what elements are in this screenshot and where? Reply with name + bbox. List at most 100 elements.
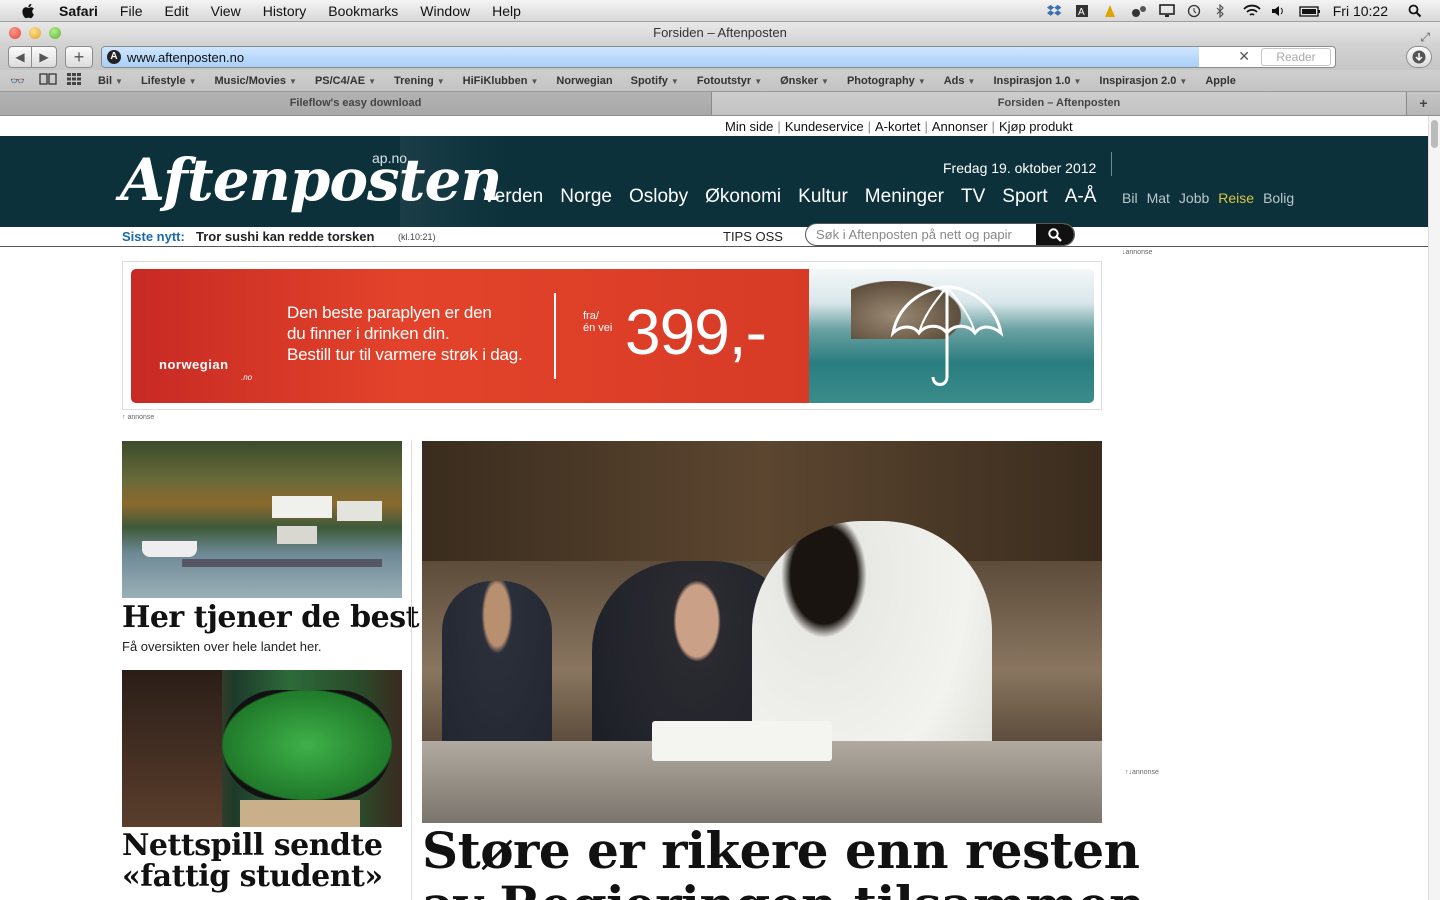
minimize-window-button[interactable] — [29, 27, 41, 39]
toplink-annonser[interactable]: Annonser — [932, 119, 988, 134]
latest-news-headline[interactable]: Tror sushi kan redde torsken — [196, 229, 374, 244]
bookmark-item[interactable]: Inspirasjon 1.0 ▼ — [984, 75, 1090, 87]
nav-item[interactable]: Meninger — [865, 186, 944, 208]
nav-item[interactable]: Osloby — [629, 186, 688, 208]
bookmarks-book-icon[interactable] — [39, 73, 57, 88]
nav-item[interactable]: Økonomi — [705, 186, 781, 208]
tab-fileflow[interactable]: Fileflow's easy download — [0, 92, 712, 115]
bookmark-list: Bil ▼ Lifestyle ▼ Music/Movies ▼ PS/C4/AE ▼ Tren… — [89, 75, 1245, 87]
bookmark-item[interactable]: Lifestyle ▼ — [132, 75, 206, 87]
menubar-clock[interactable]: Fri 10:22 — [1333, 3, 1388, 19]
magnifier-icon — [1048, 227, 1062, 242]
menu-safari[interactable]: Safari — [48, 3, 109, 19]
article-headline-main[interactable]: Støre er rikere enn resten av Regjeringe… — [422, 824, 1145, 900]
bookmark-item[interactable]: Inspirasjon 2.0 ▼ — [1090, 75, 1196, 87]
back-button[interactable]: ◀ — [8, 46, 32, 68]
toplink-a-kortet[interactable]: A-kortet — [875, 119, 921, 134]
tab-aftenposten[interactable]: Forsiden – Aftenposten — [712, 92, 1406, 115]
display-icon[interactable] — [1158, 4, 1175, 18]
reading-list-icon[interactable]: 👓 — [10, 74, 25, 88]
bookmark-item[interactable]: Music/Movies ▼ — [206, 75, 306, 87]
nav-item[interactable]: Sport — [1002, 186, 1047, 208]
bookmark-item[interactable]: Norwegian — [547, 75, 621, 87]
forward-button[interactable]: ▶ — [31, 46, 57, 68]
subnav-item[interactable]: Bolig — [1263, 190, 1294, 206]
growl-icon[interactable] — [1103, 4, 1119, 18]
volume-meter-icon[interactable] — [1131, 4, 1147, 18]
article-headline-main-line-2[interactable]: av Regjeringen tilsammen — [422, 878, 1145, 900]
bookmark-item[interactable]: Bil ▼ — [89, 75, 132, 87]
toplink-min-side[interactable]: Min side — [725, 119, 773, 134]
subnav-item[interactable]: Mat — [1147, 190, 1170, 206]
article-headline-1[interactable]: Her tjener de best — [122, 600, 419, 635]
menu-help[interactable]: Help — [481, 3, 532, 19]
dropdown-caret-icon: ▼ — [754, 76, 763, 86]
address-bar-url[interactable]: www.aftenposten.no — [127, 50, 244, 65]
time-machine-icon[interactable] — [1187, 4, 1203, 18]
menu-view[interactable]: View — [200, 3, 252, 19]
reader-button[interactable]: Reader — [1261, 48, 1331, 66]
new-tab-button[interactable]: + — [1406, 92, 1440, 115]
bookmark-item[interactable]: PS/C4/AE ▼ — [306, 75, 385, 87]
spotlight-search-icon[interactable] — [1408, 4, 1424, 18]
aftenposten-logo[interactable]: Aftenposten — [120, 146, 503, 214]
bookmark-label: Bil — [97, 74, 113, 87]
site-search-placeholder[interactable]: Søk i Aftenposten på nett og papir — [816, 227, 1012, 242]
subnav-item[interactable]: Bil — [1122, 190, 1138, 206]
article-photo-harbor[interactable] — [122, 441, 402, 598]
page-scrollbar[interactable] — [1428, 116, 1440, 900]
bookmark-item[interactable]: Trening ▼ — [385, 75, 454, 87]
norwegian-banner-ad[interactable]: Den beste paraplyen er den du finner i d… — [122, 261, 1102, 410]
dropbox-icon[interactable] — [1046, 4, 1063, 18]
article-headline-2-line-2[interactable]: «fattig student» — [122, 861, 383, 892]
article-headline-2[interactable]: Nettspill sendte «fattig student» — [122, 830, 383, 892]
sub-navigation: Bil Mat Jobb Reise Bolig — [1122, 190, 1294, 206]
zoom-window-button[interactable] — [49, 27, 61, 39]
bookmark-item[interactable]: Apple — [1196, 75, 1245, 87]
battery-icon[interactable] — [1299, 4, 1320, 18]
scrollbar-thumb[interactable] — [1431, 120, 1438, 148]
nav-item[interactable]: Verden — [483, 186, 543, 208]
article-headline-2-line-1[interactable]: Nettspill sendte — [122, 830, 383, 861]
apple-menu-icon[interactable] — [18, 3, 38, 19]
bookmark-item[interactable]: HiFiKlubben ▼ — [454, 75, 548, 87]
bluetooth-icon[interactable] — [1215, 3, 1231, 19]
close-window-button[interactable] — [9, 27, 21, 39]
bookmark-item[interactable]: Ads ▼ — [935, 75, 985, 87]
site-search[interactable]: Søk i Aftenposten på nett og papir — [805, 223, 1075, 246]
site-search-button[interactable] — [1036, 224, 1074, 245]
article-photo-poker[interactable] — [122, 670, 402, 827]
speaker-icon[interactable] — [1271, 4, 1287, 18]
bookmark-label: Ønsker — [780, 74, 819, 87]
top-sites-icon[interactable] — [66, 73, 81, 88]
menu-bookmarks[interactable]: Bookmarks — [317, 3, 409, 19]
adobe-icon[interactable]: A — [1075, 4, 1091, 18]
bookmark-item[interactable]: Fotoutstyr ▼ — [688, 75, 771, 87]
bookmark-label: Music/Movies — [214, 74, 287, 87]
address-bar[interactable]: A www.aftenposten.no ✕ Reader — [101, 46, 1336, 68]
nav-item[interactable]: Kultur — [798, 186, 848, 208]
bookmark-item[interactable]: Ønsker ▼ — [771, 75, 838, 87]
bookmark-item[interactable]: Photography ▼ — [838, 75, 935, 87]
nav-item[interactable]: Norge — [560, 186, 612, 208]
latest-news-bar: Siste nytt: Tror sushi kan redde torsken… — [0, 227, 1428, 247]
nav-item[interactable]: TV — [961, 186, 985, 208]
wifi-icon[interactable] — [1243, 4, 1261, 18]
article-headline-main-line-1[interactable]: Støre er rikere enn resten — [422, 824, 1145, 878]
menu-history[interactable]: History — [252, 3, 318, 19]
tips-oss-link[interactable]: TIPS OSS — [723, 229, 783, 244]
nav-item[interactable]: A-Å — [1065, 186, 1097, 208]
toplink-kjop-produkt[interactable]: Kjøp produkt — [999, 119, 1073, 134]
stop-loading-icon[interactable]: ✕ — [1238, 48, 1250, 65]
add-bookmark-button[interactable]: + — [65, 46, 93, 68]
downloads-button[interactable] — [1406, 46, 1432, 68]
article-photo-main[interactable] — [422, 441, 1102, 823]
bookmark-item[interactable]: Spotify ▼ — [622, 75, 688, 87]
article-lead-1[interactable]: Få oversikten over hele landet her. — [122, 639, 321, 654]
subnav-item[interactable]: Jobb — [1179, 190, 1209, 206]
subnav-item[interactable]: Reise — [1218, 190, 1254, 206]
menu-window[interactable]: Window — [409, 3, 481, 19]
menu-file[interactable]: File — [109, 3, 154, 19]
menu-edit[interactable]: Edit — [153, 3, 199, 19]
toplink-kundeservice[interactable]: Kundeservice — [785, 119, 864, 134]
